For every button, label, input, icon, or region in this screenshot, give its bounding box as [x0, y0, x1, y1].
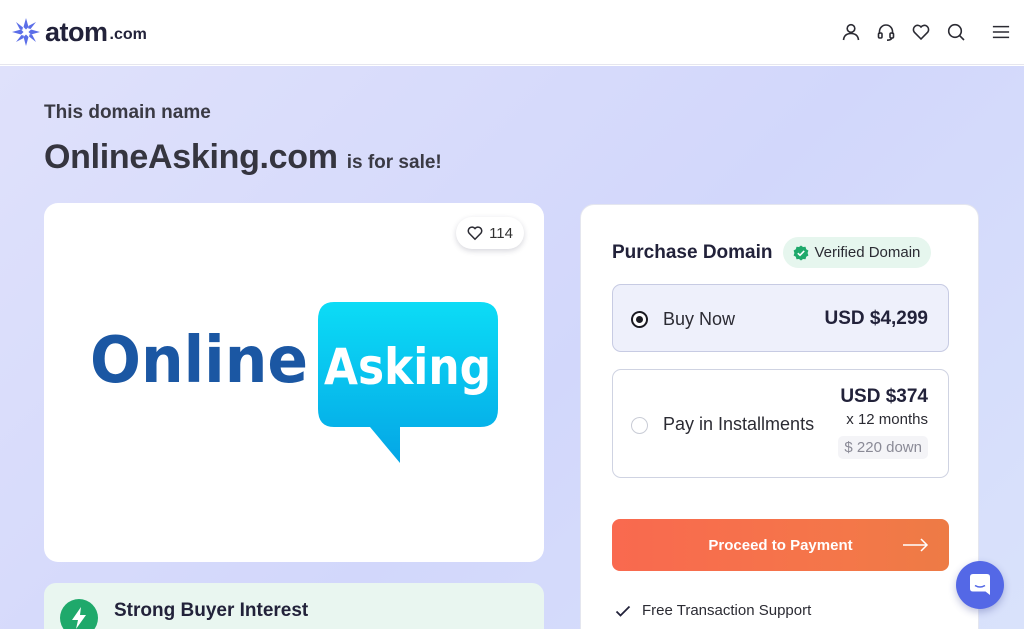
buyer-interest-title: Strong Buyer Interest	[114, 600, 309, 621]
onlineasking-logo: Online Asking	[90, 302, 498, 463]
heart-icon	[467, 226, 483, 241]
buy-now-label: Buy Now	[663, 309, 736, 329]
installments-price: USD $374	[840, 386, 928, 407]
lightning-icon	[60, 599, 98, 629]
installments-label: Pay in Installments	[663, 414, 815, 434]
verified-label: Verified Domain	[814, 244, 921, 261]
installments-option[interactable]: Pay in Installments USD $374 x 12 months…	[612, 369, 949, 478]
purchase-title: Purchase Domain	[612, 241, 773, 263]
purchase-header: Purchase Domain Verified Domain	[612, 237, 932, 268]
installments-radio[interactable]	[631, 417, 648, 434]
feature-label: Free Transaction Support	[642, 602, 812, 619]
top-navigation-bar: atom .com	[0, 0, 1024, 65]
atom-logo[interactable]: atom .com	[12, 17, 147, 48]
proceed-label: Proceed to Payment	[708, 536, 853, 554]
verified-check-icon	[793, 245, 808, 260]
menu-icon[interactable]	[992, 23, 1010, 41]
buy-now-option[interactable]: Buy Now USD $4,299	[612, 284, 949, 352]
buyer-interest-card: Strong Buyer Interest	[44, 583, 544, 629]
headset-icon[interactable]	[877, 23, 895, 41]
atom-star-icon	[12, 18, 40, 46]
verified-badge: Verified Domain	[782, 237, 932, 268]
feature-item: Free Transaction Support	[615, 602, 811, 619]
logo-tld: .com	[109, 26, 147, 43]
domain-logo-card: 114 Online Asking	[44, 203, 544, 562]
page-title: OnlineAsking.com is for sale!	[44, 138, 442, 177]
logo-wordmark: atom	[45, 16, 108, 47]
purchase-panel: Purchase Domain Verified Domain Buy Now …	[580, 204, 979, 629]
chat-widget-button[interactable]	[956, 561, 1004, 609]
header-actions	[842, 23, 1010, 41]
proceed-to-payment-button[interactable]: Proceed to Payment	[612, 519, 949, 571]
checkmark-icon	[615, 605, 631, 617]
buy-now-price: USD $4,299	[824, 308, 928, 329]
for-sale-text: is for sale!	[346, 152, 442, 173]
logo-text-online: Online	[90, 324, 308, 398]
installments-term: x 12 months	[846, 411, 928, 428]
arrow-right-icon	[903, 538, 929, 552]
favorite-count: 114	[489, 224, 513, 242]
logo-text-asking: Asking	[324, 338, 491, 396]
chat-icon	[970, 574, 990, 595]
hero-kicker: This domain name	[44, 102, 211, 123]
search-icon[interactable]	[947, 23, 965, 41]
favorite-button[interactable]: 114	[456, 217, 524, 249]
heart-icon[interactable]	[912, 23, 930, 41]
domain-name: OnlineAsking.com	[44, 138, 338, 176]
installments-down-payment: $ 220 down	[838, 436, 928, 459]
buy-now-radio[interactable]	[631, 311, 648, 328]
user-icon[interactable]	[842, 23, 860, 41]
